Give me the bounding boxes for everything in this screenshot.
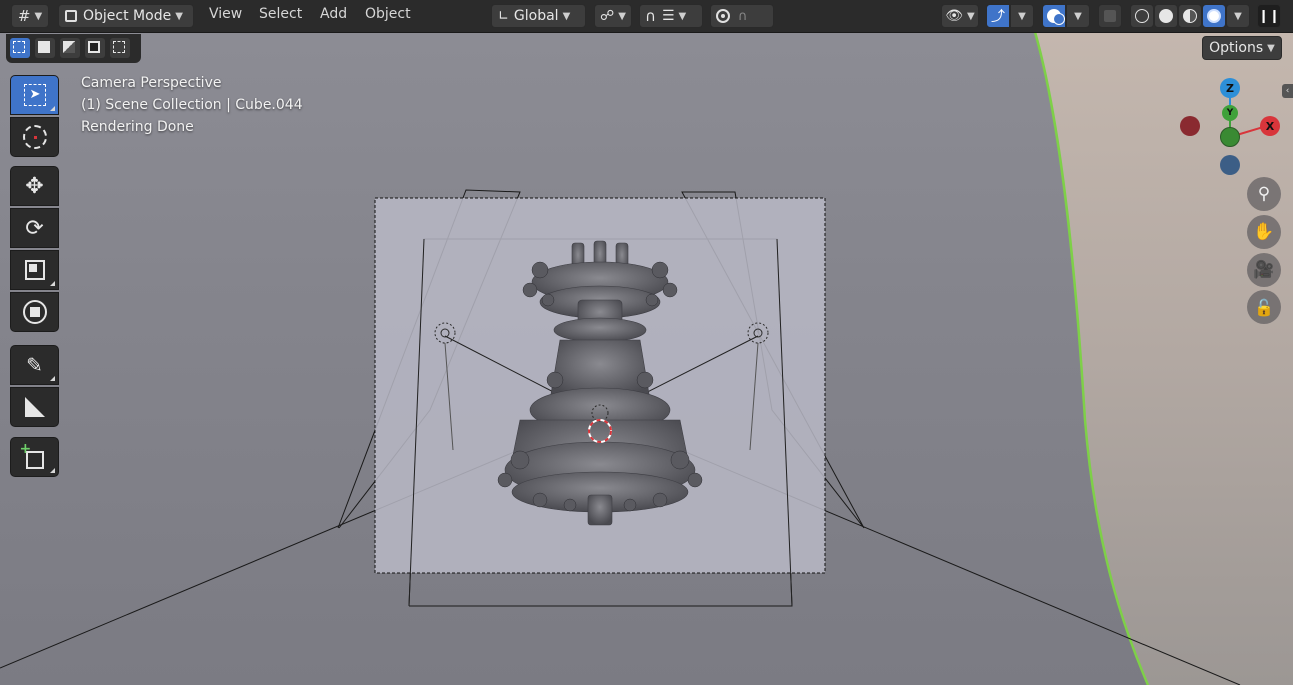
editor-type-button[interactable]: # ▼ xyxy=(11,4,49,28)
selection-mode-bar xyxy=(6,34,141,63)
select-subtract-button[interactable] xyxy=(60,38,80,58)
3d-cursor-icon xyxy=(22,125,47,149)
wireframe-shading-icon xyxy=(1135,9,1149,23)
object-mode-icon xyxy=(65,10,77,22)
visibility-dropdown[interactable]: 👁 ▼ xyxy=(941,4,979,28)
zoom-button[interactable]: ⚲ xyxy=(1247,177,1281,211)
unlock-icon: 🔓 xyxy=(1254,297,1274,317)
gizmo-z-axis[interactable]: Z xyxy=(1220,78,1240,98)
add-cube-tool[interactable]: + xyxy=(10,437,59,477)
xray-icon xyxy=(1104,10,1116,22)
gizmo-icon: ⤴ xyxy=(991,9,1005,25)
material-preview-icon xyxy=(1183,9,1197,23)
material-preview-button[interactable] xyxy=(1178,4,1202,28)
mode-label: Object Mode xyxy=(83,8,172,24)
menu-add[interactable]: Add xyxy=(320,6,347,22)
rotate-tool[interactable]: ⟳ xyxy=(10,208,59,248)
transform-pivot-icon: ☍ xyxy=(600,8,615,24)
gizmo-neg-z-axis[interactable] xyxy=(1220,155,1240,175)
camera-view-button[interactable]: 🎥 xyxy=(1247,253,1281,287)
viewport-header: # ▼ Object Mode ▼ View Select Add Object ∟… xyxy=(0,0,1293,33)
3d-viewport[interactable]: # ▼ Object Mode ▼ View Select Add Object ∟… xyxy=(0,0,1293,685)
gizmo-neg-y-axis[interactable] xyxy=(1220,127,1240,147)
mode-selector[interactable]: Object Mode ▼ xyxy=(58,4,194,28)
scale-tool[interactable] xyxy=(10,250,59,290)
lock-camera-button[interactable]: 🔓 xyxy=(1247,290,1281,324)
rendered-shading-icon xyxy=(1207,9,1221,23)
annotate-tool[interactable]: ✎ xyxy=(10,345,59,385)
orientation-label: Global xyxy=(513,8,559,24)
select-extend-button[interactable] xyxy=(35,38,55,58)
xray-toggle[interactable] xyxy=(1098,4,1122,28)
falloff-icon: ∩ xyxy=(738,8,748,24)
visibility-icon: 👁 xyxy=(945,8,964,24)
menu-object[interactable]: Object xyxy=(365,6,411,22)
add-cube-icon: + xyxy=(20,441,44,469)
snap-dropdown[interactable]: ∩ ☰ ▼ xyxy=(639,4,703,28)
menu-select[interactable]: Select xyxy=(259,6,302,22)
render-status: Rendering Done xyxy=(81,119,194,135)
select-new-button[interactable] xyxy=(10,38,30,58)
move-icon: ✥ xyxy=(25,173,44,199)
chevron-left-icon: ‹ xyxy=(1285,86,1290,96)
select-intersect-button[interactable] xyxy=(110,38,130,58)
gizmo-toggle[interactable]: ⤴ xyxy=(986,4,1010,28)
rendered-shading-button[interactable] xyxy=(1202,4,1226,28)
orientation-icon: ∟ xyxy=(498,8,509,24)
gizmo-x-axis[interactable]: X xyxy=(1260,116,1280,136)
pause-render-button[interactable]: ❙❙ xyxy=(1257,4,1281,28)
transform-icon xyxy=(22,300,47,324)
proportional-edit-dropdown[interactable]: ∩ xyxy=(710,4,774,28)
pivot-point-dropdown[interactable]: ☍ ▼ xyxy=(594,4,632,28)
transform-orientation-dropdown[interactable]: ∟ Global ▼ xyxy=(491,4,586,28)
gizmo-neg-x-axis[interactable] xyxy=(1180,116,1200,136)
pause-icon: ❙❙ xyxy=(1258,8,1280,24)
options-label: Options xyxy=(1209,40,1264,56)
overlay-toggle[interactable] xyxy=(1042,4,1066,28)
collection-object-name: (1) Scene Collection | Cube.044 xyxy=(81,97,303,113)
select-invert-icon xyxy=(88,41,100,53)
wireframe-shading-button[interactable] xyxy=(1130,4,1154,28)
options-dropdown[interactable]: Options ▼ xyxy=(1202,36,1282,60)
annotate-pencil-icon: ✎ xyxy=(26,353,43,377)
overlay-icon xyxy=(1047,9,1065,25)
snap-icon: ∩ xyxy=(645,7,656,25)
solid-shading-button[interactable] xyxy=(1154,4,1178,28)
hand-icon: ✋ xyxy=(1253,222,1275,242)
select-intersect-icon xyxy=(113,41,125,53)
select-subtract-icon xyxy=(63,41,75,53)
sidebar-toggle[interactable]: ‹ xyxy=(1282,84,1293,98)
snap-increment-icon: ☰ xyxy=(661,8,675,24)
menu-view[interactable]: View xyxy=(209,6,242,22)
gizmo-y-axis[interactable]: Y xyxy=(1222,105,1238,121)
transform-tool[interactable] xyxy=(10,292,59,332)
measure-tool[interactable] xyxy=(10,387,59,427)
view-name: Camera Perspective xyxy=(81,75,222,91)
zoom-icon: ⚲ xyxy=(1257,184,1271,204)
navigation-gizmo[interactable]: Z Y X xyxy=(1175,75,1285,180)
gizmo-dropdown[interactable]: ▼ xyxy=(1010,4,1034,28)
scale-icon xyxy=(24,260,45,280)
grid-axes-icon: # xyxy=(17,7,31,25)
camera-icon: 🎥 xyxy=(1253,260,1275,280)
rotate-icon: ⟳ xyxy=(25,215,44,241)
cursor-tool[interactable] xyxy=(10,117,59,157)
select-invert-button[interactable] xyxy=(85,38,105,58)
shading-dropdown[interactable]: ▼ xyxy=(1226,4,1250,28)
select-cursor-icon: ➤ xyxy=(23,84,46,106)
select-new-icon xyxy=(13,41,25,53)
measure-ruler-icon xyxy=(24,397,45,417)
select-box-tool[interactable]: ➤ xyxy=(10,75,59,115)
select-extend-icon xyxy=(38,41,50,53)
pan-button[interactable]: ✋ xyxy=(1247,215,1281,249)
overlay-dropdown[interactable]: ▼ xyxy=(1066,4,1090,28)
proportional-edit-icon xyxy=(716,9,730,23)
solid-shading-icon xyxy=(1159,9,1173,23)
move-tool[interactable]: ✥ xyxy=(10,166,59,206)
